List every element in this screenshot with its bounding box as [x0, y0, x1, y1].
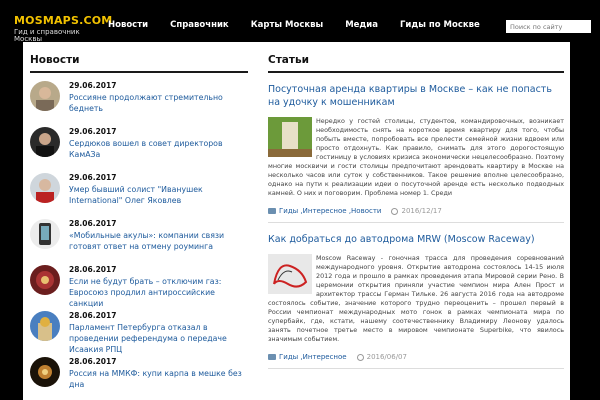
news-headline-link[interactable]: Сердюков вошел в совет директоров КамАЗа [69, 138, 249, 160]
news-date: 29.06.2017 [69, 173, 117, 182]
news-headline-link[interactable]: Если не будут брать – отключим газ: Евро… [69, 276, 249, 309]
site-tagline: Гид и справочник Москвы [14, 28, 80, 43]
article-date: 2016/06/07 [366, 353, 407, 361]
news-thumbnail[interactable] [30, 265, 60, 295]
news-thumbnail[interactable] [30, 81, 60, 111]
article-categories[interactable]: Гиды ,Интересное [279, 353, 347, 361]
news-thumbnail[interactable] [30, 173, 60, 203]
news-section-header: Новости [30, 54, 248, 73]
article-excerpt: Moscow Raceway - гоночная трасса для про… [268, 254, 564, 344]
news-headline-link[interactable]: «Мобильные акулы»: компании связи готовя… [69, 230, 249, 252]
article-date: 2016/12/17 [401, 207, 442, 215]
news-item[interactable]: 29.06.2017 Россияне продолжают стремител… [30, 81, 248, 127]
news-date: 28.06.2017 [69, 311, 117, 320]
news-headline-link[interactable]: Парламент Петербурга отказал в проведени… [69, 322, 249, 355]
site-logo[interactable]: MOSMAPS.COM [14, 14, 112, 27]
news-column: Новости 29.06.2017 Россияне продолжают с… [30, 54, 248, 400]
article-thumbnail[interactable] [268, 117, 312, 157]
news-date: 29.06.2017 [69, 81, 117, 90]
news-section-title: Новости [30, 54, 80, 66]
news-thumbnail[interactable] [30, 357, 60, 387]
articles-section-header: Статьи [268, 54, 564, 73]
site-header: MOSMAPS.COM Гид и справочник Москвы Ново… [0, 0, 600, 43]
news-thumbnail[interactable] [30, 127, 60, 157]
article-categories[interactable]: Гиды ,Интересное ,Новости [279, 207, 381, 215]
folder-icon [268, 208, 276, 214]
nav-item-maps[interactable]: Карты Москвы [251, 20, 324, 30]
main-nav: Новости Справочник Карты Москвы Медиа Ги… [108, 20, 502, 30]
article-excerpt: Нередко у гостей столицы, студентов, ком… [268, 117, 564, 198]
nav-item-news[interactable]: Новости [108, 20, 148, 30]
news-headline-link[interactable]: Умер бывший солист "Иванушек Internation… [69, 184, 249, 206]
news-date: 28.06.2017 [69, 219, 117, 228]
articles-column: Статьи Посуточная аренда квартиры в Моск… [268, 54, 564, 379]
news-item[interactable]: 28.06.2017 Если не будут брать – отключи… [30, 265, 248, 311]
news-item[interactable]: 28.06.2017 Россия на ММКФ: купи карпа в … [30, 357, 248, 400]
news-headline-link[interactable]: Россияне продолжают стремительно беднеть [69, 92, 249, 114]
news-item[interactable]: 28.06.2017 Парламент Петербурга отказал … [30, 311, 248, 357]
article-thumbnail[interactable] [268, 254, 312, 294]
folder-icon [268, 354, 276, 360]
news-date: 28.06.2017 [69, 357, 117, 366]
article-meta: Гиды ,Интересное ,Новости 2016/12/17 [268, 207, 564, 223]
articles-section-title: Статьи [268, 54, 309, 66]
article-excerpt-text: Нередко у гостей столицы, студентов, ком… [268, 117, 564, 197]
content-panel: Новости 29.06.2017 Россияне продолжают с… [23, 42, 570, 400]
nav-item-directory[interactable]: Справочник [170, 20, 229, 30]
clock-icon [356, 353, 364, 361]
article-item: Как добраться до автодрома MRW (Moscow R… [268, 233, 564, 369]
news-date: 28.06.2017 [69, 265, 117, 274]
clock-icon [391, 207, 399, 215]
nav-item-media[interactable]: Медиа [345, 20, 378, 30]
nav-item-guides[interactable]: Гиды по Москве [400, 20, 480, 30]
article-meta: Гиды ,Интересное 2016/06/07 [268, 353, 564, 369]
news-thumbnail[interactable] [30, 311, 60, 341]
news-item[interactable]: 28.06.2017 «Мобильные акулы»: компании с… [30, 219, 248, 265]
news-date: 29.06.2017 [69, 127, 117, 136]
article-title-link[interactable]: Посуточная аренда квартиры в Москве – ка… [268, 83, 564, 109]
news-headline-link[interactable]: Россия на ММКФ: купи карпа в мешке без д… [69, 368, 249, 390]
article-excerpt-text: Moscow Raceway - гоночная трасса для про… [268, 254, 564, 343]
search-input[interactable] [506, 20, 591, 33]
news-thumbnail[interactable] [30, 219, 60, 249]
news-item[interactable]: 29.06.2017 Сердюков вошел в совет директ… [30, 127, 248, 173]
article-title-link[interactable]: Как добраться до автодрома MRW (Moscow R… [268, 233, 564, 246]
news-item[interactable]: 29.06.2017 Умер бывший солист "Иванушек … [30, 173, 248, 219]
article-item: Посуточная аренда квартиры в Москве – ка… [268, 83, 564, 223]
